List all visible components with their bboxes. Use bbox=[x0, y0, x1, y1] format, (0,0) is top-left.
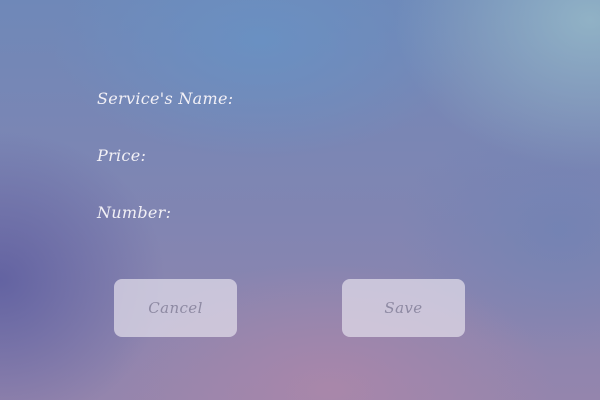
cancel-button[interactable]: Cancel bbox=[114, 279, 237, 337]
price-field[interactable]: Price: bbox=[97, 146, 146, 165]
save-button-label: Save bbox=[384, 299, 423, 317]
service-name-field[interactable]: Service's Name: bbox=[97, 89, 233, 108]
number-field[interactable]: Number: bbox=[97, 203, 171, 222]
add-service-screen: Service's Name: Price: Number: Cancel Sa… bbox=[0, 0, 600, 400]
cancel-button-label: Cancel bbox=[148, 299, 203, 317]
save-button[interactable]: Save bbox=[342, 279, 465, 337]
